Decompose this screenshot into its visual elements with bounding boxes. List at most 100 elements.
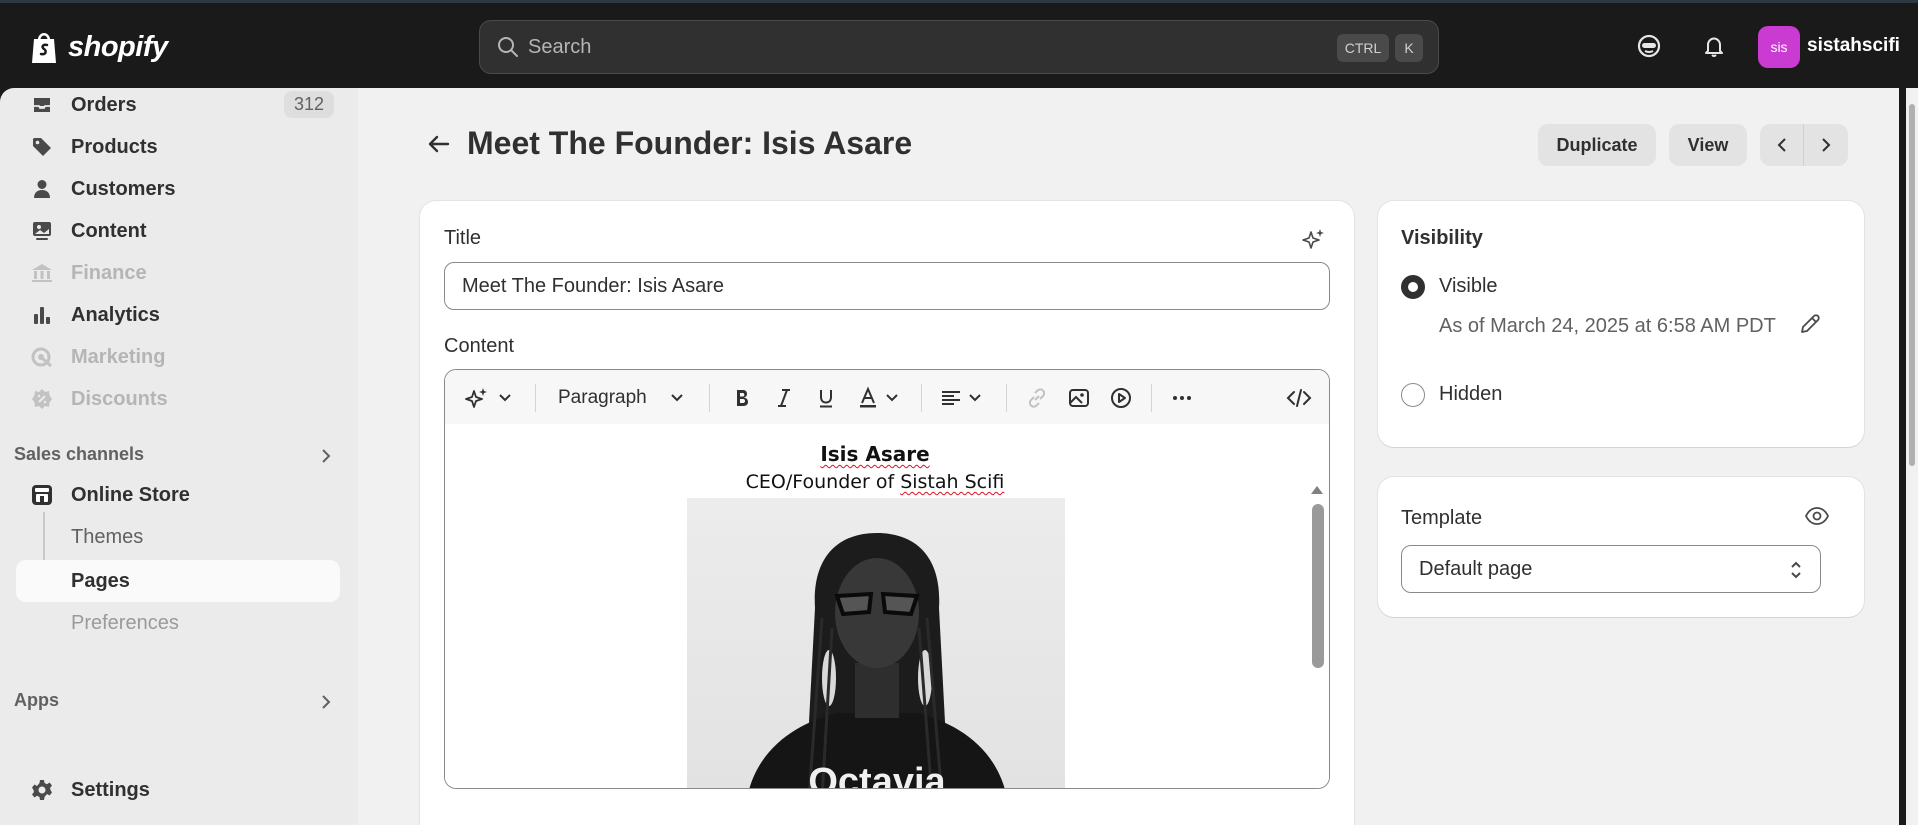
insert-image-button[interactable] [1067, 385, 1091, 411]
founder-name: Isis Asare [445, 442, 1305, 466]
discount-icon [32, 389, 52, 409]
bank-icon [32, 264, 52, 282]
page-scrollbar[interactable] [1906, 88, 1918, 825]
template-select-value: Default page [1419, 557, 1533, 580]
sidebar-item-online-store[interactable]: Online Store [16, 474, 340, 516]
apps-heading[interactable]: Apps [14, 690, 59, 711]
sidebar-item-analytics[interactable]: Analytics [16, 294, 340, 336]
link-button[interactable] [1025, 385, 1049, 411]
code-icon [1286, 389, 1312, 407]
template-label: Template [1401, 507, 1483, 529]
more-options-button[interactable] [1170, 385, 1194, 411]
chevron-right-icon[interactable] [316, 692, 336, 712]
sidebar-item-discounts[interactable]: Discounts [16, 378, 340, 420]
link-icon [1028, 388, 1046, 408]
underline-button[interactable] [814, 385, 838, 411]
shopify-logo[interactable]: shopify [28, 29, 168, 65]
sidebar-item-label: Orders [71, 93, 137, 116]
sidebar-item-products[interactable]: Products [16, 126, 340, 168]
scrollbar-thumb[interactable] [1909, 104, 1915, 466]
search-icon [498, 37, 518, 57]
previous-page-icon[interactable] [1772, 135, 1792, 155]
toolbar-divider [1151, 384, 1152, 412]
visible-label[interactable]: Visible [1439, 275, 1498, 298]
sidebar-item-label: Content [71, 219, 147, 242]
search-bar[interactable]: CTRL K [479, 20, 1439, 74]
more-horizontal-icon [1173, 396, 1191, 400]
paragraph-style-select[interactable]: Paragraph [558, 385, 687, 411]
avatar[interactable]: sis [1758, 26, 1800, 68]
sidebar-item-content[interactable]: Content [16, 210, 340, 252]
sparkle-icon[interactable] [1301, 226, 1327, 252]
sidebar-item-finance[interactable]: Finance [16, 252, 340, 294]
pagination-group [1760, 124, 1848, 166]
underline-icon [820, 390, 832, 408]
back-arrow-icon[interactable] [426, 131, 452, 157]
visibility-heading: Visibility [1401, 227, 1483, 249]
title-label: Title [444, 227, 482, 249]
paragraph-style-label: Paragraph [558, 387, 647, 408]
duplicate-button[interactable]: Duplicate [1538, 124, 1656, 166]
title-input[interactable]: Meet The Founder: Isis Asare [444, 262, 1330, 310]
insert-video-button[interactable] [1109, 385, 1133, 411]
sidebar-item-label: Pages [71, 569, 130, 592]
sidekick-icon[interactable] [1634, 31, 1664, 61]
hidden-radio[interactable] [1401, 383, 1425, 407]
sidebar-item-label: Settings [71, 778, 150, 801]
sidebar-item-themes[interactable]: Themes [16, 516, 340, 558]
chevron-down-icon [671, 394, 683, 402]
sidebar-item-customers[interactable]: Customers [16, 168, 340, 210]
shopify-bag-icon [32, 33, 56, 63]
show-html-button[interactable] [1286, 385, 1312, 411]
sidebar-item-label: Products [71, 135, 158, 158]
brand-name: shopify [68, 30, 168, 63]
italic-button[interactable] [772, 385, 796, 411]
content-label: Content [444, 335, 515, 357]
founder-photo[interactable]: Octavia [687, 498, 1065, 789]
sidebar-item-label: Discounts [71, 387, 168, 410]
shirt-text: Octavia [808, 761, 946, 789]
sidebar-item-pages[interactable]: Pages [16, 560, 340, 602]
sales-channels-heading[interactable]: Sales channels [14, 444, 144, 465]
editor-toolbar: Paragraph [445, 370, 1329, 424]
chevron-down-icon [499, 394, 511, 402]
page-title: Meet The Founder: Isis Asare [467, 125, 913, 161]
sidebar-item-marketing[interactable]: Marketing [16, 336, 340, 378]
ai-generate-button[interactable] [465, 385, 515, 411]
founder-portrait-image: Octavia [749, 533, 1005, 789]
sidebar-item-settings[interactable]: Settings [16, 769, 340, 811]
align-button[interactable] [939, 385, 985, 411]
tag-icon [33, 138, 51, 156]
orders-count-badge: 312 [283, 91, 334, 118]
visibility-card: Visibility Visible As of March 24, 2025 … [1378, 201, 1864, 447]
hidden-label[interactable]: Hidden [1439, 383, 1502, 406]
inbox-icon [34, 98, 50, 112]
sidebar-item-orders[interactable]: Orders 312 [16, 84, 340, 126]
sidebar-item-label: Marketing [71, 345, 166, 368]
page-content-card: Title Meet The Founder: Isis Asare Conte… [420, 201, 1354, 825]
toolbar-divider [921, 384, 922, 412]
toolbar-divider [1006, 384, 1007, 412]
editor-scrollbar[interactable] [1307, 478, 1327, 789]
bell-icon[interactable] [1699, 31, 1729, 61]
bold-icon [737, 390, 748, 406]
visible-radio[interactable] [1401, 275, 1425, 299]
italic-icon [778, 389, 790, 407]
sidebar-item-label: Themes [71, 525, 144, 548]
sidebar-item-preferences[interactable]: Preferences [16, 602, 340, 644]
eye-icon[interactable] [1804, 503, 1830, 529]
search-input[interactable] [528, 35, 1288, 59]
chevron-right-icon[interactable] [316, 446, 336, 466]
editor-content[interactable]: Isis Asare CEO/Founder of Sistah Scifi O… [445, 424, 1329, 789]
text-color-button[interactable] [856, 385, 902, 411]
view-button[interactable]: View [1669, 124, 1747, 166]
image-icon [1069, 389, 1089, 407]
select-arrows-icon [1791, 561, 1801, 579]
edit-pencil-icon[interactable] [1798, 312, 1822, 336]
image-icon [33, 222, 51, 240]
bold-button[interactable] [730, 385, 754, 411]
template-select[interactable]: Default page [1401, 545, 1821, 593]
store-name[interactable]: sistahscifi [1807, 35, 1900, 57]
next-page-icon[interactable] [1816, 135, 1836, 155]
sidebar-item-label: Finance [71, 261, 147, 284]
